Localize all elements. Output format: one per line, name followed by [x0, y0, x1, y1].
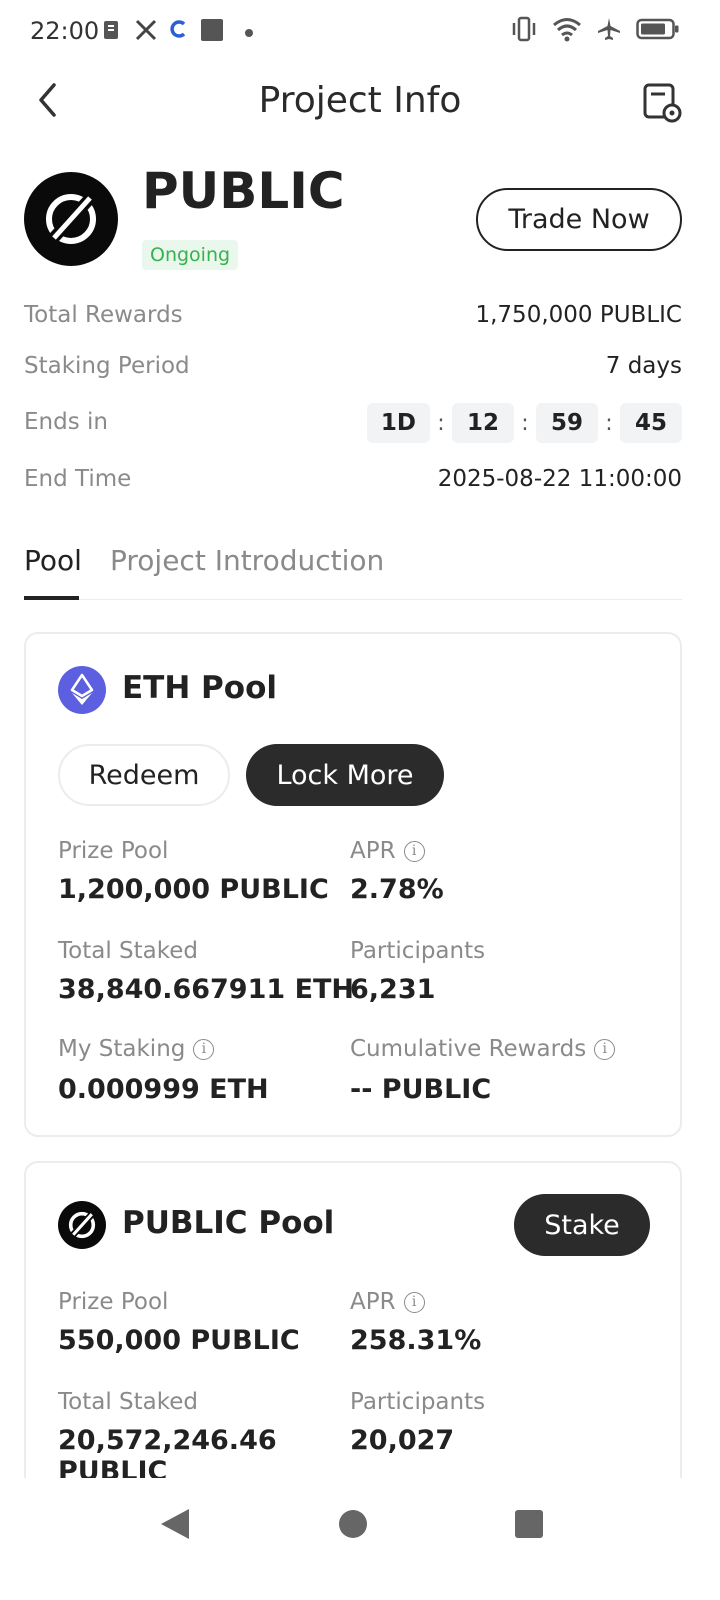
stake-button[interactable]: Stake	[514, 1194, 650, 1256]
lock-more-button[interactable]: Lock More	[246, 744, 444, 806]
staking-period-value: 7 days	[605, 353, 682, 379]
info-icon[interactable]: i	[403, 840, 425, 862]
end-time-value: 2025-08-22 11:00:00	[437, 466, 682, 492]
tab-project-introduction[interactable]: Project Introduction	[110, 544, 384, 577]
cumulative-rewards-value: -- PUBLIC	[350, 1074, 492, 1105]
tab-bar: Pool Project Introduction	[24, 540, 682, 600]
total-staked-label: Total Staked	[58, 1389, 198, 1415]
active-tab-indicator	[24, 596, 79, 600]
battery-icon	[636, 17, 680, 46]
participants-value: 6,231	[350, 974, 436, 1005]
nav-back-button[interactable]	[155, 1506, 195, 1546]
countdown-hours: 12	[452, 403, 514, 443]
countdown-separator: :	[437, 410, 445, 436]
settings-button[interactable]	[640, 80, 684, 124]
airplane-icon	[596, 16, 622, 47]
triangle-back-icon	[159, 1507, 191, 1546]
square-app-icon	[200, 18, 224, 47]
staking-period-row: Staking Period 7 days	[24, 347, 682, 387]
cumulative-rewards-label: Cumulative Rewards i	[350, 1036, 616, 1062]
status-right-icons	[510, 16, 680, 47]
square-recents-icon	[514, 1509, 544, 1544]
apr-value: 258.31%	[350, 1325, 482, 1356]
countdown-separator: :	[605, 410, 613, 436]
file-icon	[100, 18, 124, 47]
ethereum-icon	[58, 666, 106, 714]
x-logo-icon	[134, 18, 158, 47]
circle-home-icon	[338, 1509, 368, 1544]
page-title: Project Info	[258, 80, 462, 121]
total-staked-label: Total Staked	[58, 938, 198, 964]
nav-home-button[interactable]	[333, 1506, 373, 1546]
project-name: PUBLIC	[142, 162, 345, 220]
info-icon[interactable]: i	[193, 1038, 215, 1060]
end-time-label: End Time	[24, 466, 132, 492]
public-pool-name: PUBLIC Pool	[122, 1205, 335, 1241]
wifi-icon	[552, 16, 582, 47]
status-time: 22:00	[30, 17, 100, 45]
total-staked-value: 38,840.667911 ETH	[58, 974, 355, 1005]
system-nav-bar	[0, 1478, 720, 1600]
app-header: Project Info	[0, 70, 720, 134]
document-settings-icon	[640, 83, 684, 128]
my-staking-label: My Staking i	[58, 1036, 215, 1062]
apr-label: APR i	[350, 1289, 425, 1315]
my-staking-value: 0.000999 ETH	[58, 1074, 269, 1105]
redeem-button[interactable]: Redeem	[58, 744, 230, 806]
nav-recents-button[interactable]	[509, 1506, 549, 1546]
prize-pool-label: Prize Pool	[58, 838, 169, 864]
info-icon[interactable]: i	[403, 1291, 425, 1313]
eth-pool-name: ETH Pool	[122, 670, 277, 706]
countdown-days: 1D	[366, 403, 430, 443]
public-token-icon	[58, 1201, 106, 1249]
info-icon[interactable]: i	[594, 1038, 616, 1060]
staking-period-label: Staking Period	[24, 353, 190, 379]
participants-value: 20,027	[350, 1425, 455, 1456]
total-rewards-row: Total Rewards 1,750,000 PUBLIC	[24, 296, 682, 336]
status-bar: 22:00	[0, 0, 720, 60]
eth-pool-card: ETH Pool Redeem Lock More Prize Pool 1,2…	[24, 632, 682, 1137]
ends-in-label: Ends in	[24, 409, 108, 435]
end-time-row: End Time 2025-08-22 11:00:00	[24, 460, 682, 500]
prize-pool-value: 550,000 PUBLIC	[58, 1325, 300, 1356]
countdown-seconds: 45	[620, 403, 682, 443]
countdown-timer: 1D : 12 : 59 : 45	[366, 403, 682, 443]
apr-label: APR i	[350, 838, 425, 864]
total-rewards-value: 1,750,000 PUBLIC	[475, 302, 682, 328]
countdown-separator: :	[521, 410, 529, 436]
status-badge: Ongoing	[142, 240, 239, 270]
tab-pool[interactable]: Pool	[24, 544, 82, 577]
trade-now-button[interactable]: Trade Now	[476, 188, 682, 251]
total-rewards-label: Total Rewards	[24, 302, 183, 328]
vibrate-icon	[510, 16, 538, 47]
public-pool-card: PUBLIC Pool Stake Prize Pool 550,000 PUB…	[24, 1161, 682, 1521]
apr-value: 2.78%	[350, 874, 444, 905]
prize-pool-value: 1,200,000 PUBLIC	[58, 874, 329, 905]
dot-icon	[244, 25, 254, 43]
app-icon	[168, 18, 190, 45]
prize-pool-label: Prize Pool	[58, 1289, 169, 1315]
public-logo	[24, 172, 118, 266]
countdown-minutes: 59	[536, 403, 598, 443]
ends-in-row: Ends in 1D : 12 : 59 : 45	[24, 403, 682, 443]
participants-label: Participants	[350, 1389, 486, 1415]
public-logo-icon	[45, 189, 99, 247]
participants-label: Participants	[350, 938, 486, 964]
